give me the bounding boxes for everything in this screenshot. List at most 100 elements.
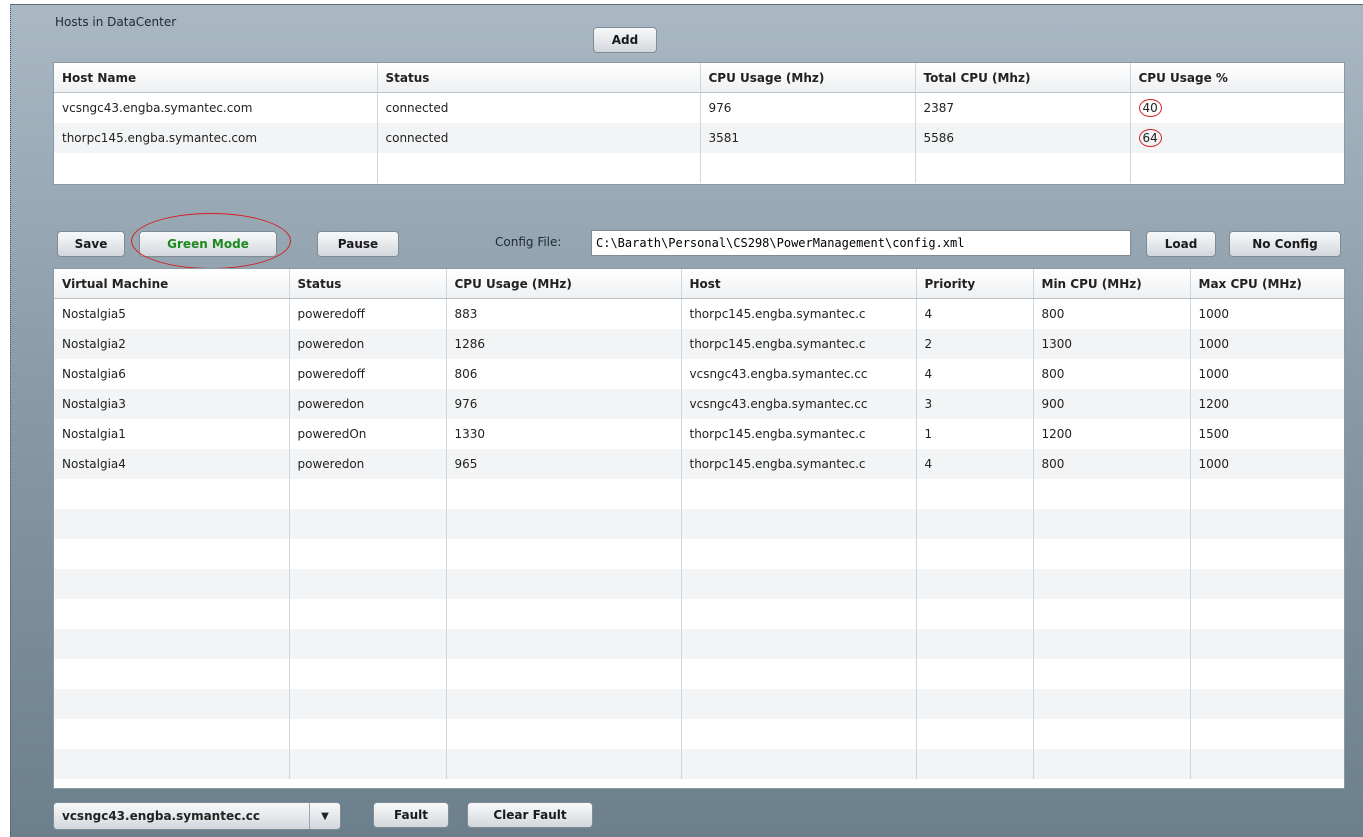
table-row[interactable]: Nostalgia5 poweredoff 883 thorpc145.engb… <box>54 298 1344 329</box>
empty-cell <box>681 538 917 569</box>
host-cpu-percent-cell: 40 <box>1130 92 1344 123</box>
table-row[interactable]: Nostalgia1 poweredOn 1330 thorpc145.engb… <box>54 418 1344 449</box>
empty-cell <box>446 568 682 599</box>
column-header-virtual-machine[interactable]: Virtual Machine <box>54 269 290 299</box>
empty-cell <box>1190 598 1344 629</box>
vm-priority-cell: 1 <box>916 418 1034 449</box>
vm-cpu-usage-cell: 976 <box>446 388 682 419</box>
no-config-button[interactable]: No Config <box>1229 231 1341 257</box>
table-row[interactable]: vcsngc43.engba.symantec.com connected 97… <box>54 92 1344 123</box>
table-row[interactable]: Nostalgia3 poweredon 976 vcsngc43.engba.… <box>54 388 1344 419</box>
column-header-status[interactable]: Status <box>377 63 701 93</box>
empty-cell <box>289 718 447 749</box>
empty-cell <box>1033 748 1191 779</box>
empty-cell <box>1033 568 1191 599</box>
load-button[interactable]: Load <box>1146 231 1216 257</box>
empty-cell <box>1190 628 1344 659</box>
empty-cell <box>1033 598 1191 629</box>
empty-cell <box>289 628 447 659</box>
cpu-percent-value: 40 <box>1138 98 1162 117</box>
column-header-priority[interactable]: Priority <box>916 269 1034 299</box>
host-select[interactable]: vcsngc43.engba.symantec.cc ▼ <box>53 802 341 830</box>
vm-cpu-usage-cell: 1286 <box>446 328 682 359</box>
clear-fault-button[interactable]: Clear Fault <box>467 802 593 828</box>
table-row[interactable]: Nostalgia6 poweredoff 806 vcsngc43.engba… <box>54 358 1344 389</box>
empty-cell <box>54 568 290 599</box>
vm-name-cell: Nostalgia1 <box>54 418 290 449</box>
empty-cell <box>446 658 682 689</box>
empty-cell <box>54 508 290 539</box>
column-header-vm-host[interactable]: Host <box>681 269 917 299</box>
vm-priority-cell: 3 <box>916 388 1034 419</box>
app-panel: Hosts in DataCenter Add Host Name Status… <box>10 4 1363 837</box>
empty-cell <box>446 628 682 659</box>
empty-cell <box>1033 508 1191 539</box>
vm-status-cell: poweredon <box>289 448 447 479</box>
empty-cell <box>1190 508 1344 539</box>
empty-cell <box>54 478 290 509</box>
vm-name-cell: Nostalgia4 <box>54 448 290 479</box>
empty-cell <box>54 748 290 779</box>
pause-button[interactable]: Pause <box>317 231 399 257</box>
save-button[interactable]: Save <box>57 231 125 257</box>
empty-cell <box>681 478 917 509</box>
empty-cell <box>916 478 1034 509</box>
vm-cpu-usage-cell: 883 <box>446 298 682 329</box>
empty-cell <box>289 598 447 629</box>
empty-row <box>54 598 1344 629</box>
empty-cell <box>681 718 917 749</box>
hosts-header-row: Host Name Status CPU Usage (Mhz) Total C… <box>54 63 1344 93</box>
vm-max-cpu-cell: 1000 <box>1190 298 1344 329</box>
fault-button[interactable]: Fault <box>373 802 449 828</box>
vm-host-cell: thorpc145.engba.symantec.c <box>681 448 917 479</box>
empty-cell <box>916 628 1034 659</box>
host-total-cpu-cell: 5586 <box>915 122 1131 153</box>
empty-cell <box>1190 688 1344 719</box>
empty-row <box>54 152 1344 183</box>
vm-host-cell: vcsngc43.engba.symantec.cc <box>681 358 917 389</box>
column-header-total-cpu[interactable]: Total CPU (Mhz) <box>915 63 1131 93</box>
config-file-label: Config File: <box>495 235 562 249</box>
chevron-down-icon[interactable]: ▼ <box>309 803 340 829</box>
vm-host-cell: thorpc145.engba.symantec.c <box>681 298 917 329</box>
vm-priority-cell: 4 <box>916 298 1034 329</box>
table-row[interactable]: Nostalgia2 poweredon 1286 thorpc145.engb… <box>54 328 1344 359</box>
empty-cell <box>289 748 447 779</box>
empty-cell <box>289 688 447 719</box>
vm-cpu-usage-cell: 1330 <box>446 418 682 449</box>
vm-name-cell: Nostalgia6 <box>54 358 290 389</box>
empty-cell <box>916 748 1034 779</box>
host-status-cell: connected <box>377 92 701 123</box>
empty-cell <box>446 688 682 719</box>
column-header-min-cpu[interactable]: Min CPU (MHz) <box>1033 269 1191 299</box>
host-select-value: vcsngc43.engba.symantec.cc <box>62 809 260 823</box>
empty-row <box>54 538 1344 569</box>
table-row[interactable]: thorpc145.engba.symantec.com connected 3… <box>54 122 1344 153</box>
vm-host-cell: thorpc145.engba.symantec.c <box>681 418 917 449</box>
column-header-cpu-usage[interactable]: CPU Usage (Mhz) <box>700 63 916 93</box>
empty-cell <box>1190 568 1344 599</box>
empty-cell <box>1190 478 1344 509</box>
vm-min-cpu-cell: 900 <box>1033 388 1191 419</box>
column-header-vm-cpu-usage[interactable]: CPU Usage (MHz) <box>446 269 682 299</box>
column-header-cpu-usage-percent[interactable]: CPU Usage % <box>1130 63 1344 93</box>
vm-name-cell: Nostalgia2 <box>54 328 290 359</box>
empty-cell <box>916 538 1034 569</box>
column-header-host-name[interactable]: Host Name <box>54 63 378 93</box>
empty-row <box>54 568 1344 599</box>
vm-min-cpu-cell: 1300 <box>1033 328 1191 359</box>
empty-cell <box>1033 688 1191 719</box>
green-mode-button[interactable]: Green Mode <box>139 231 277 257</box>
hosts-section-label: Hosts in DataCenter <box>55 15 177 29</box>
empty-cell <box>681 658 917 689</box>
config-file-input[interactable] <box>591 230 1131 256</box>
add-host-button[interactable]: Add <box>593 27 657 53</box>
table-row[interactable]: Nostalgia4 poweredon 965 thorpc145.engba… <box>54 448 1344 479</box>
empty-row <box>54 718 1344 749</box>
column-header-max-cpu[interactable]: Max CPU (MHz) <box>1190 269 1344 299</box>
hosts-table: Host Name Status CPU Usage (Mhz) Total C… <box>53 62 1345 185</box>
empty-row <box>54 478 1344 509</box>
column-header-vm-status[interactable]: Status <box>289 269 447 299</box>
empty-cell <box>446 478 682 509</box>
empty-cell <box>54 628 290 659</box>
